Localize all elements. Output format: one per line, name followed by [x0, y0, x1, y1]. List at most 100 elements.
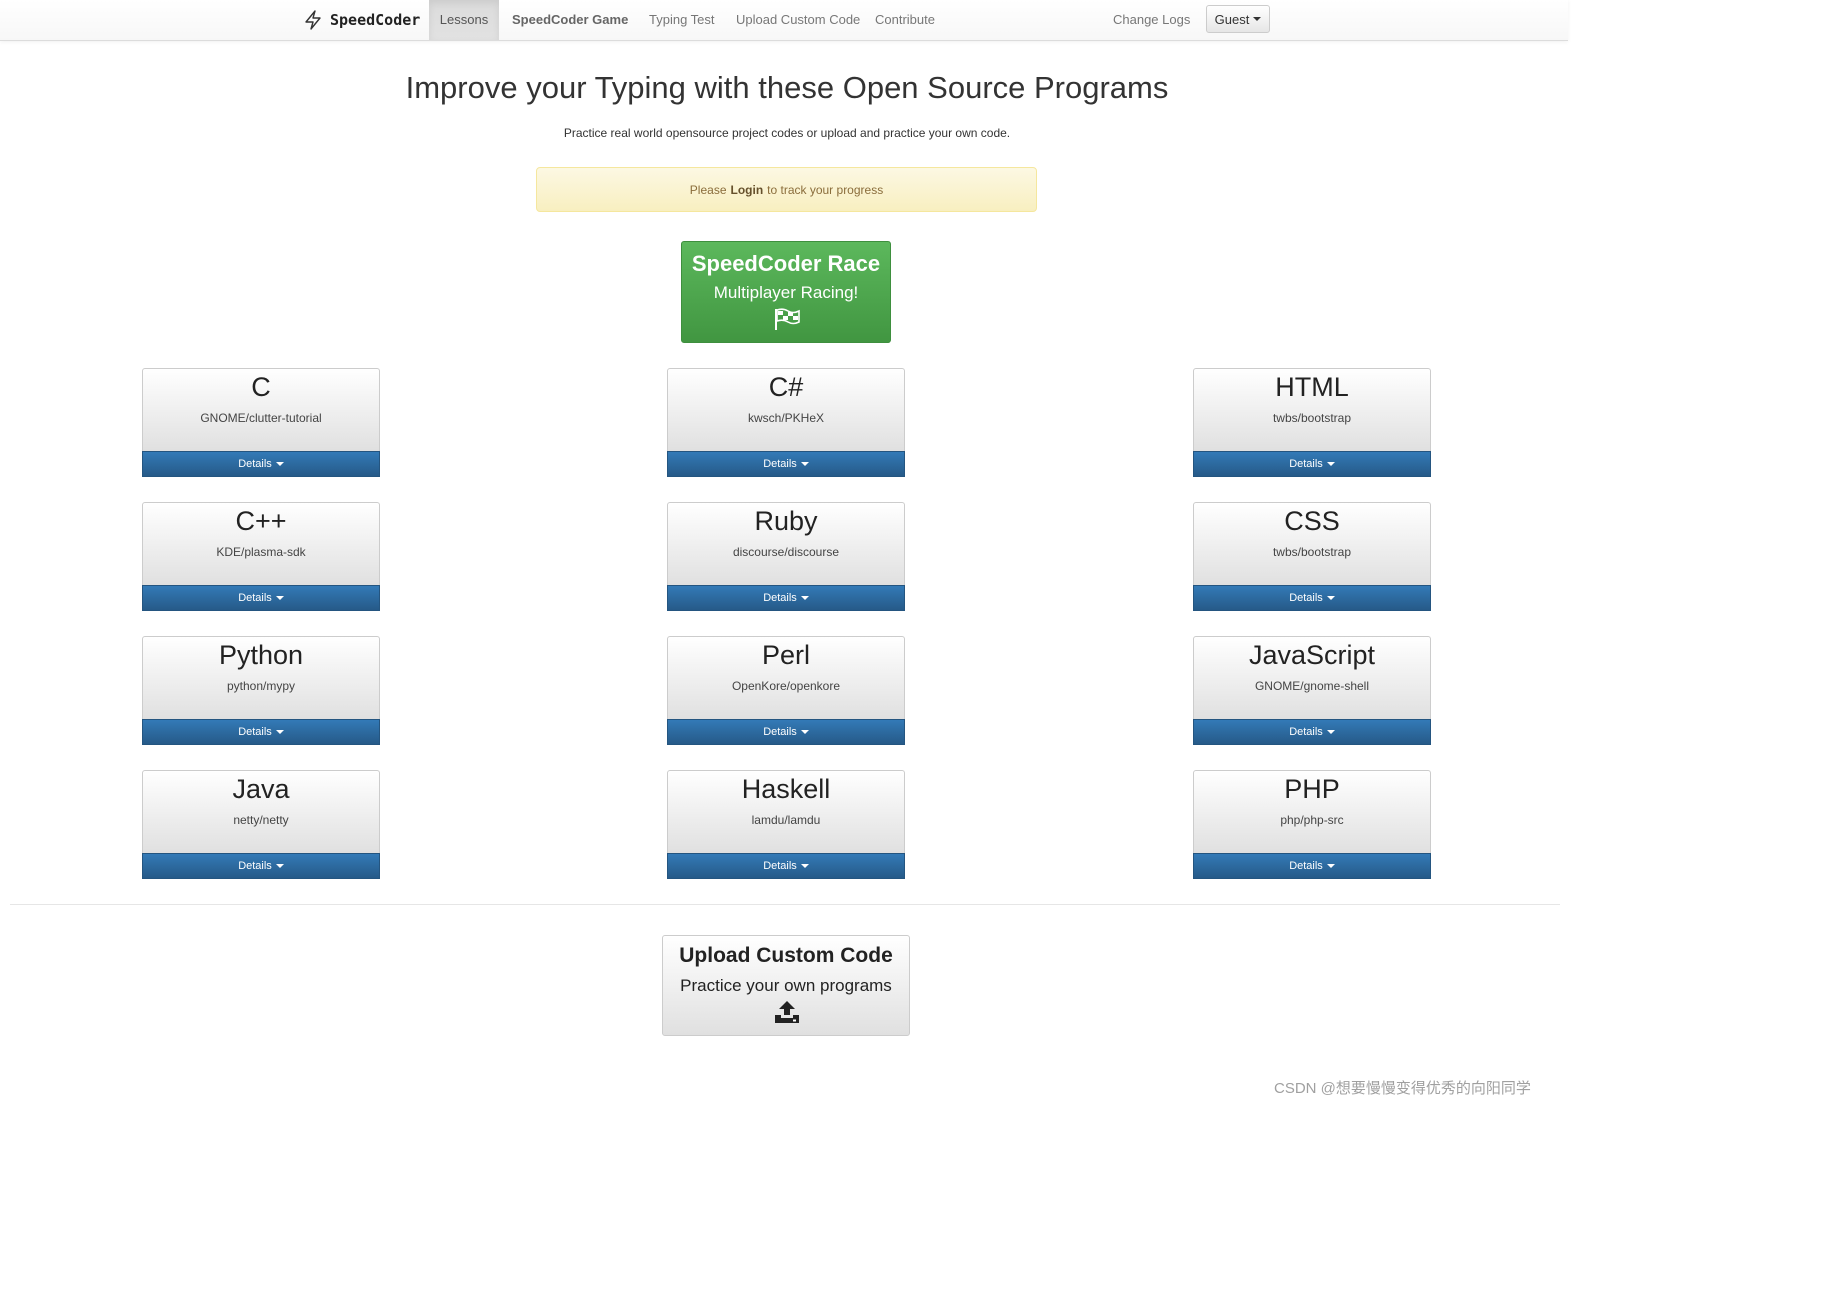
lesson-card-button[interactable]: JavaScript GNOME/gnome-shell	[1193, 636, 1431, 719]
caret-down-icon	[275, 596, 284, 600]
details-dropdown-button[interactable]: Details	[667, 585, 905, 611]
lesson-repo: kwsch/PKHeX	[747, 411, 825, 425]
lesson-language: Haskell	[741, 774, 831, 804]
details-dropdown-button[interactable]: Details	[142, 853, 380, 879]
nav-speedcoder-game[interactable]: SpeedCoder Game	[500, 0, 640, 40]
details-label: Details	[1289, 860, 1323, 872]
nav-change-logs[interactable]: Change Logs	[1101, 0, 1202, 40]
brand-name: SpeedCoder	[330, 11, 421, 29]
lesson-card-button[interactable]: PHP php/php-src	[1193, 770, 1431, 853]
lesson-repo: KDE/plasma-sdk	[216, 545, 306, 559]
lesson-repo: lamdu/lamdu	[751, 813, 821, 827]
login-link[interactable]: Login	[731, 183, 764, 197]
nav-lessons[interactable]: Lessons	[429, 0, 499, 40]
details-dropdown-button[interactable]: Details	[1193, 451, 1431, 477]
details-dropdown-button[interactable]: Details	[667, 853, 905, 879]
lesson-language: Java	[232, 774, 290, 804]
details-dropdown-button[interactable]: Details	[142, 451, 380, 477]
nav-upload-custom-code[interactable]: Upload Custom Code	[724, 0, 872, 40]
lesson-card-button[interactable]: HTML twbs/bootstrap	[1193, 368, 1431, 451]
brand-link[interactable]: SpeedCoder	[304, 0, 420, 40]
upload-icon	[774, 1000, 800, 1029]
race-title: SpeedCoder Race	[691, 251, 881, 276]
caret-down-icon	[275, 864, 284, 868]
details-dropdown-button[interactable]: Details	[1193, 719, 1431, 745]
race-subtitle: Multiplayer Racing!	[713, 283, 859, 302]
lesson-card-button[interactable]: C GNOME/clutter-tutorial	[142, 368, 380, 451]
nav-typing-test[interactable]: Typing Test	[637, 0, 727, 40]
lesson-card-button[interactable]: Python python/mypy	[142, 636, 380, 719]
details-dropdown-button[interactable]: Details	[142, 719, 380, 745]
csdn-watermark: CSDN @想要慢慢变得优秀的向阳同学	[1274, 1080, 1531, 1097]
details-label: Details	[238, 592, 272, 604]
details-dropdown-button[interactable]: Details	[142, 585, 380, 611]
caret-down-icon	[275, 462, 284, 466]
upload-custom-code-button[interactable]: Upload Custom Code Practice your own pro…	[662, 935, 910, 1036]
lesson-card-button[interactable]: Java netty/netty	[142, 770, 380, 853]
details-label: Details	[238, 860, 272, 872]
user-menu-button[interactable]: Guest	[1206, 5, 1270, 33]
caret-down-icon	[800, 864, 809, 868]
details-label: Details	[1289, 592, 1323, 604]
lesson-card: C# kwsch/PKHeX Details	[667, 368, 905, 477]
details-label: Details	[763, 726, 797, 738]
lesson-card-button[interactable]: Haskell lamdu/lamdu	[667, 770, 905, 853]
lesson-language: Python	[218, 640, 304, 670]
lesson-card: PHP php/php-src Details	[1193, 770, 1431, 879]
lesson-language: JavaScript	[1248, 640, 1376, 670]
lesson-card: JavaScript GNOME/gnome-shell Details	[1193, 636, 1431, 745]
lesson-card-button[interactable]: C++ KDE/plasma-sdk	[142, 502, 380, 585]
details-label: Details	[1289, 458, 1323, 470]
caret-down-icon	[1326, 596, 1335, 600]
page-title: Improve your Typing with these Open Sour…	[405, 70, 1169, 105]
lesson-card: Python python/mypy Details	[142, 636, 380, 745]
speedcoder-race-button[interactable]: SpeedCoder Race Multiplayer Racing!	[681, 241, 891, 343]
lesson-card-button[interactable]: CSS twbs/bootstrap	[1193, 502, 1431, 585]
lesson-language: C	[251, 372, 271, 402]
details-dropdown-button[interactable]: Details	[1193, 585, 1431, 611]
lesson-card: Perl OpenKore/openkore Details	[667, 636, 905, 745]
alert-prefix: Please	[689, 182, 727, 197]
lesson-language: Perl	[761, 640, 810, 670]
lesson-card: CSS twbs/bootstrap Details	[1193, 502, 1431, 611]
details-label: Details	[763, 458, 797, 470]
lesson-card-button[interactable]: Perl OpenKore/openkore	[667, 636, 905, 719]
lesson-card: HTML twbs/bootstrap Details	[1193, 368, 1431, 477]
lesson-repo: discourse/discourse	[732, 545, 840, 559]
alert-suffix: to track your progress	[767, 182, 884, 197]
lesson-card-button[interactable]: Ruby discourse/discourse	[667, 502, 905, 585]
lesson-language: HTML	[1275, 372, 1349, 402]
details-label: Details	[763, 860, 797, 872]
lesson-repo: OpenKore/openkore	[731, 679, 841, 693]
lesson-repo: GNOME/gnome-shell	[1254, 679, 1370, 693]
details-label: Details	[763, 592, 797, 604]
details-dropdown-button[interactable]: Details	[667, 719, 905, 745]
caret-down-icon	[1326, 462, 1335, 466]
section-divider	[10, 904, 1560, 905]
lesson-repo: netty/netty	[233, 813, 289, 827]
details-dropdown-button[interactable]: Details	[667, 451, 905, 477]
details-dropdown-button[interactable]: Details	[1193, 853, 1431, 879]
lesson-card: Java netty/netty Details	[142, 770, 380, 879]
caret-down-icon	[800, 596, 809, 600]
top-navbar: SpeedCoder Lessons SpeedCoder Game Typin…	[0, 0, 1568, 41]
details-label: Details	[1289, 726, 1323, 738]
details-label: Details	[238, 458, 272, 470]
upload-subtitle: Practice your own programs	[680, 976, 892, 995]
lesson-card: Ruby discourse/discourse Details	[667, 502, 905, 611]
lightning-bolt-icon	[304, 10, 322, 30]
lesson-card-button[interactable]: C# kwsch/PKHeX	[667, 368, 905, 451]
lesson-language: C#	[768, 372, 804, 402]
caret-down-icon	[800, 462, 809, 466]
lesson-card: C GNOME/clutter-tutorial Details	[142, 368, 380, 477]
page-subtitle: Practice real world opensource project c…	[563, 126, 1011, 140]
caret-down-icon	[1326, 730, 1335, 734]
lesson-language: C++	[235, 506, 287, 536]
nav-contribute[interactable]: Contribute	[863, 0, 947, 40]
caret-down-icon	[800, 730, 809, 734]
user-menu-label: Guest	[1214, 11, 1250, 27]
lesson-repo: twbs/bootstrap	[1272, 545, 1352, 559]
lesson-card: Haskell lamdu/lamdu Details	[667, 770, 905, 879]
caret-down-icon	[275, 730, 284, 734]
upload-title: Upload Custom Code	[679, 944, 893, 967]
